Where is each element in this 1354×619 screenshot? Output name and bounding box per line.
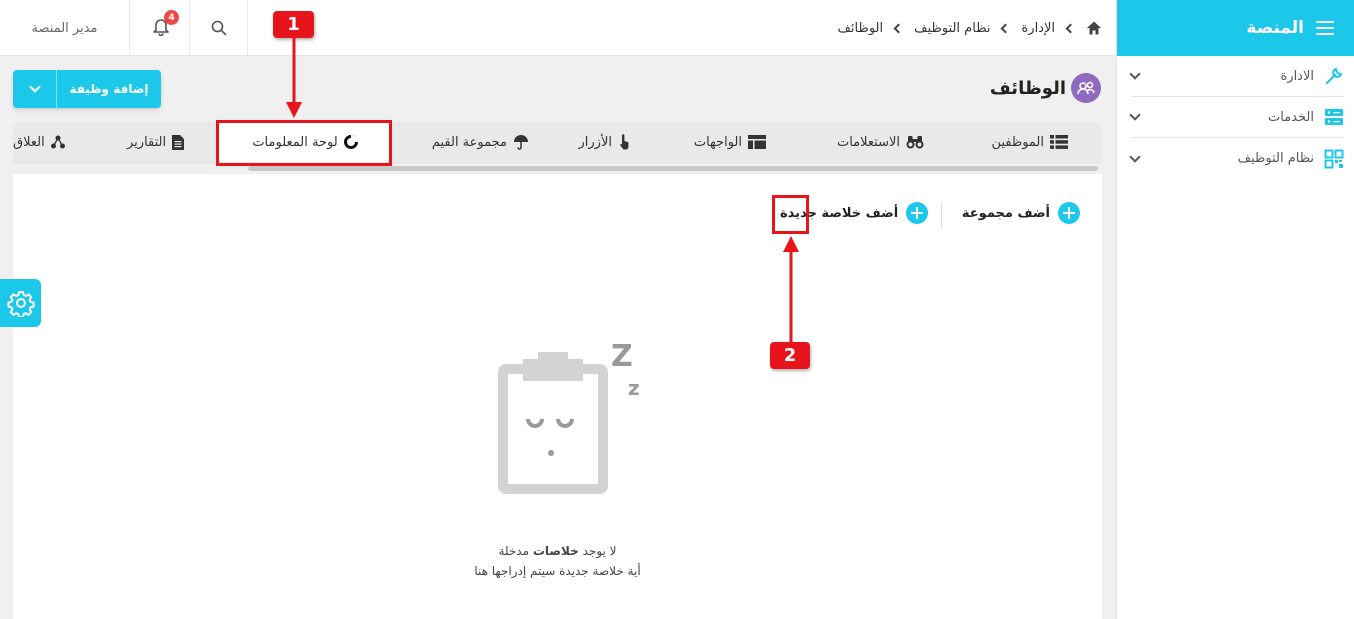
tab-value-sets[interactable]: مجموعة القيم xyxy=(432,122,529,162)
sidebar-item-administration[interactable]: الادارة xyxy=(1129,56,1344,97)
search-button[interactable] xyxy=(190,0,248,56)
add-group-button[interactable]: أضف مجموعة xyxy=(962,202,1080,224)
tab-label: الواجهات xyxy=(693,134,742,150)
sidebar-title: المنصة xyxy=(1246,18,1304,38)
tab-label: العلاق xyxy=(13,134,45,150)
tab-label: الأزرار xyxy=(578,134,612,150)
tab-label: لوحة المعلومات xyxy=(252,134,338,150)
jobs-icon xyxy=(1071,73,1101,103)
tab-relations[interactable]: العلاق xyxy=(13,122,65,162)
add-group-label: أضف مجموعة xyxy=(961,205,1050,221)
notification-badge: 4 xyxy=(164,10,179,25)
settings-button[interactable] xyxy=(0,279,41,327)
server-icon xyxy=(1325,109,1343,125)
chevron-left-icon xyxy=(893,23,904,33)
tab-bar: الموظفين الاستعلامات الواجهات الأزرار مج… xyxy=(13,122,1102,164)
empty-state-title: لا يوجد خلاصات مدخلة xyxy=(13,544,1102,558)
document-icon xyxy=(172,134,185,150)
binoculars-icon xyxy=(906,136,924,149)
svg-text:z: z xyxy=(628,376,640,400)
sidebar-header: المنصة xyxy=(1117,0,1354,56)
chevron-left-icon xyxy=(1065,23,1076,33)
notifications-button[interactable]: 4 xyxy=(130,0,190,56)
chevron-down-icon xyxy=(1129,150,1141,163)
add-job-button[interactable]: إضافة وظيفة xyxy=(13,70,161,108)
sidebar-item-services[interactable]: الخدمات xyxy=(1129,97,1344,138)
empty-text-pre: لا يوجد xyxy=(582,544,617,558)
chevron-down-icon xyxy=(1129,109,1141,121)
search-icon xyxy=(211,20,227,36)
tab-buttons[interactable]: الأزرار xyxy=(579,122,630,162)
add-summary-label: أضف خلاصة جديدة xyxy=(780,205,899,221)
breadcrumb-item[interactable]: الوظائف xyxy=(837,21,883,36)
layout-icon xyxy=(748,135,766,149)
breadcrumb-item[interactable]: نظام التوظيف xyxy=(914,21,990,36)
annotation-label-2: 2 xyxy=(770,342,810,369)
share-nodes-icon xyxy=(50,135,65,149)
user-menu[interactable]: مدير المنصة xyxy=(0,0,130,56)
breadcrumb: الوظائف نظام التوظيف الإدارة xyxy=(837,0,1102,56)
add-summary-button[interactable]: أضف خلاصة جديدة xyxy=(780,202,929,224)
tab-dashboard[interactable]: لوحة المعلومات xyxy=(218,122,392,162)
empty-text-post: مدخلة xyxy=(498,544,530,558)
sidebar-item-label: نظام التوظيف xyxy=(1237,151,1314,166)
add-job-dropdown-toggle[interactable] xyxy=(13,70,57,108)
hamburger-menu-icon[interactable] xyxy=(1316,21,1334,35)
sidebar: المنصة الادارة الخدمات نظام التوظيف xyxy=(1116,0,1354,619)
gear-icon xyxy=(6,291,35,317)
pointer-icon xyxy=(620,134,629,150)
breadcrumb-item[interactable]: الإدارة xyxy=(1021,21,1055,36)
plus-circle-icon xyxy=(1058,202,1080,224)
tabs-scrollbar[interactable] xyxy=(248,166,1098,171)
empty-text-bold: خلاصات xyxy=(532,544,579,558)
tab-label: التقارير xyxy=(127,134,167,150)
umbrella-icon xyxy=(514,135,528,150)
home-icon[interactable] xyxy=(1086,20,1102,36)
tab-label: مجموعة القيم xyxy=(431,134,507,150)
plus-circle-icon xyxy=(906,202,929,224)
list-icon xyxy=(1050,135,1068,149)
empty-clipboard-sleeping-illustration: Z z xyxy=(498,339,640,494)
tab-reports[interactable]: التقارير xyxy=(127,122,185,162)
tab-queries[interactable]: الاستعلامات xyxy=(837,122,924,162)
chevron-down-icon xyxy=(28,81,41,93)
user-name: مدير المنصة xyxy=(31,20,98,36)
dashboard-panel: أضف مجموعة أضف خلاصة جديدة Z z لا يوجد خ… xyxy=(13,174,1102,619)
tab-employees[interactable]: الموظفين xyxy=(991,122,1068,162)
page-title: الوظائف xyxy=(989,78,1066,99)
top-bar: مدير المنصة 4 الوظائف نظام التوظيف الإدا… xyxy=(0,0,1116,56)
pie-chart-icon xyxy=(343,135,358,149)
add-job-label: إضافة وظيفة xyxy=(69,82,149,96)
tab-label: الموظفين xyxy=(991,134,1044,150)
sidebar-item-label: الخدمات xyxy=(1268,109,1314,125)
tab-interfaces[interactable]: الواجهات xyxy=(694,122,766,162)
qr-grid-icon xyxy=(1324,149,1344,168)
tab-label: الاستعلامات xyxy=(836,134,900,150)
sidebar-item-label: الادارة xyxy=(1280,68,1314,84)
chevron-down-icon xyxy=(1129,68,1141,80)
svg-text:Z: Z xyxy=(611,339,633,374)
empty-state-subtitle: أية خلاصة جديدة سيتم إدراجها هنا xyxy=(474,564,641,578)
annotation-label-1: 1 xyxy=(273,11,314,38)
divider xyxy=(941,202,942,228)
chevron-left-icon xyxy=(1001,23,1011,33)
wrench-icon xyxy=(1326,67,1343,84)
sidebar-item-recruitment[interactable]: نظام التوظيف xyxy=(1129,138,1344,179)
